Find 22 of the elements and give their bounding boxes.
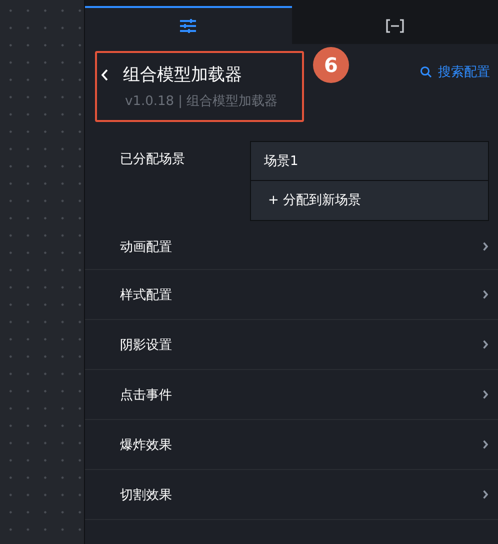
chevron-right-icon	[483, 490, 488, 499]
section-row[interactable]: 阴影设置	[85, 320, 498, 370]
callout-number-badge: 6	[313, 47, 349, 83]
section-row[interactable]: 爆炸效果	[85, 420, 498, 470]
component-title: 组合模型加载器	[123, 64, 242, 86]
search-icon	[420, 66, 432, 78]
section-row[interactable]: 切割效果	[85, 470, 498, 520]
version-text: v1.0.18 | 组合模型加载器	[125, 93, 279, 110]
chevron-right-icon	[483, 340, 488, 349]
section-row[interactable]: 点击事件	[85, 370, 498, 420]
section-row[interactable]: 动画配置	[85, 224, 498, 270]
chevron-right-icon	[483, 242, 488, 251]
chevron-right-icon	[483, 290, 488, 299]
chevron-right-icon	[483, 440, 488, 449]
scene-item[interactable]: 场景1	[251, 142, 488, 180]
sliders-icon	[180, 19, 196, 33]
section-row[interactable]: 样式配置	[85, 270, 498, 320]
assigned-scenes-label: 已分配场景	[120, 151, 186, 169]
bracket-icon	[386, 19, 404, 33]
back-icon[interactable]	[101, 68, 109, 80]
chevron-right-icon	[483, 390, 488, 399]
search-config-link[interactable]: 搜索配置	[420, 63, 490, 81]
